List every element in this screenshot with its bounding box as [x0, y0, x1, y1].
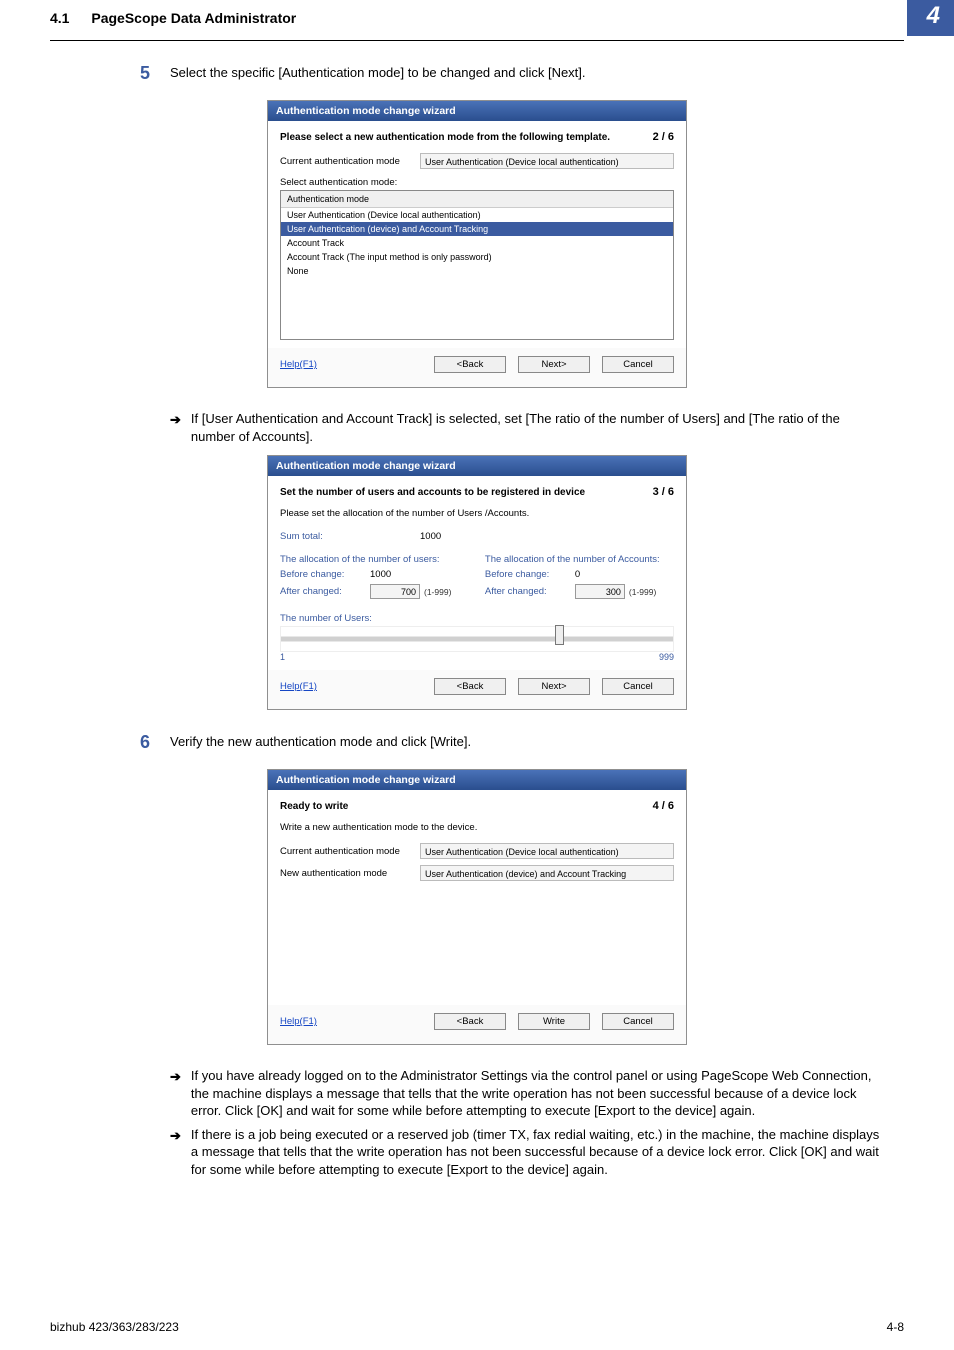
auth-mode-listbox[interactable]: Authentication mode User Authentication … [280, 190, 674, 340]
sum-total-label: Sum total: [280, 531, 370, 542]
footer-model: bizhub 423/363/283/223 [50, 1320, 179, 1334]
note-text: If [User Authentication and Account Trac… [191, 410, 884, 445]
select-mode-label: Select authentication mode: [280, 177, 674, 188]
page-header: 4.1 PageScope Data Administrator 4 [50, 0, 904, 41]
step-number: 5 [140, 63, 170, 84]
slider-max: 999 [659, 652, 674, 662]
list-item[interactable]: Account Track (The input method is only … [281, 250, 673, 264]
note-item: ➔ If there is a job being executed or a … [170, 1126, 884, 1179]
help-link[interactable]: Help(F1) [280, 1016, 317, 1027]
users-heading: The allocation of the number of users: [280, 554, 469, 565]
wizard-subtitle: Please select a new authentication mode … [280, 132, 610, 143]
note-text: If you have already logged on to the Adm… [191, 1067, 884, 1120]
wizard-page-indicator: 3 / 6 [653, 486, 674, 498]
current-mode-label: Current authentication mode [280, 846, 410, 857]
wizard-subtitle: Ready to write [280, 801, 348, 812]
listbox-header: Authentication mode [281, 191, 673, 208]
header-title: 4.1 PageScope Data Administrator [50, 10, 296, 26]
wizard-subtitle: Set the number of users and accounts to … [280, 487, 585, 498]
wizard-title: Authentication mode change wizard [268, 456, 686, 476]
step-6: 6 Verify the new authentication mode and… [140, 732, 904, 753]
users-before-value: 1000 [370, 569, 391, 580]
cancel-button[interactable]: Cancel [602, 356, 674, 373]
arrow-icon: ➔ [170, 1126, 181, 1145]
step-number: 6 [140, 732, 170, 753]
cancel-button[interactable]: Cancel [602, 678, 674, 695]
auth-wizard-step4: Authentication mode change wizard Ready … [267, 769, 687, 1045]
current-mode-label: Current authentication mode [280, 156, 410, 167]
help-link[interactable]: Help(F1) [280, 359, 317, 370]
arrow-icon: ➔ [170, 410, 181, 429]
help-link[interactable]: Help(F1) [280, 681, 317, 692]
new-mode-label: New authentication mode [280, 868, 410, 879]
auth-wizard-step3: Authentication mode change wizard Set th… [267, 455, 687, 710]
after-label: After changed: [280, 586, 370, 597]
note-item: ➔ If [User Authentication and Account Tr… [170, 410, 884, 445]
note-text: If there is a job being executed or a re… [191, 1126, 884, 1179]
before-label: Before change: [280, 569, 370, 580]
wizard-title: Authentication mode change wizard [268, 101, 686, 121]
wizard-caption: Please set the allocation of the number … [280, 508, 674, 519]
accounts-range: (1-999) [629, 587, 656, 597]
wizard-title: Authentication mode change wizard [268, 770, 686, 790]
list-item[interactable]: User Authentication (Device local authen… [281, 208, 673, 222]
step-text: Verify the new authentication mode and c… [170, 732, 471, 749]
sum-total-value: 1000 [420, 531, 441, 542]
accounts-before-value: 0 [575, 569, 580, 580]
write-button[interactable]: Write [518, 1013, 590, 1030]
section-number: 4.1 [50, 10, 69, 26]
wizard-page-indicator: 2 / 6 [653, 131, 674, 143]
users-range: (1-999) [424, 587, 451, 597]
after-label: After changed: [485, 586, 575, 597]
page-footer: bizhub 423/363/283/223 4-8 [0, 1314, 954, 1340]
footer-page-number: 4-8 [887, 1320, 904, 1334]
cancel-button[interactable]: Cancel [602, 1013, 674, 1030]
accounts-after-input[interactable]: 300 [575, 584, 625, 599]
current-mode-field: User Authentication (Device local authen… [420, 843, 674, 859]
step-text: Select the specific [Authentication mode… [170, 63, 586, 80]
users-slider[interactable] [280, 626, 674, 652]
back-button[interactable]: <Back [434, 678, 506, 695]
list-item[interactable]: User Authentication (device) and Account… [281, 222, 673, 236]
wizard-page-indicator: 4 / 6 [653, 800, 674, 812]
wizard-caption: Write a new authentication mode to the d… [280, 822, 674, 833]
new-mode-field: User Authentication (device) and Account… [420, 865, 674, 881]
users-after-input[interactable]: 700 [370, 584, 420, 599]
list-item[interactable]: Account Track [281, 236, 673, 250]
accounts-heading: The allocation of the number of Accounts… [485, 554, 674, 565]
step-5: 5 Select the specific [Authentication mo… [140, 63, 904, 84]
note-item: ➔ If you have already logged on to the A… [170, 1067, 884, 1120]
current-mode-field: User Authentication (Device local authen… [420, 153, 674, 169]
back-button[interactable]: <Back [434, 1013, 506, 1030]
next-button[interactable]: Next> [518, 678, 590, 695]
list-item[interactable]: None [281, 264, 673, 278]
back-button[interactable]: <Back [434, 356, 506, 373]
slider-thumb[interactable] [555, 625, 564, 645]
slider-min: 1 [280, 652, 285, 662]
arrow-icon: ➔ [170, 1067, 181, 1086]
auth-wizard-step2: Authentication mode change wizard Please… [267, 100, 687, 388]
header-title-text: PageScope Data Administrator [91, 10, 296, 26]
before-label: Before change: [485, 569, 575, 580]
next-button[interactable]: Next> [518, 356, 590, 373]
chapter-badge: 4 [907, 0, 954, 36]
slider-title: The number of Users: [280, 613, 674, 624]
